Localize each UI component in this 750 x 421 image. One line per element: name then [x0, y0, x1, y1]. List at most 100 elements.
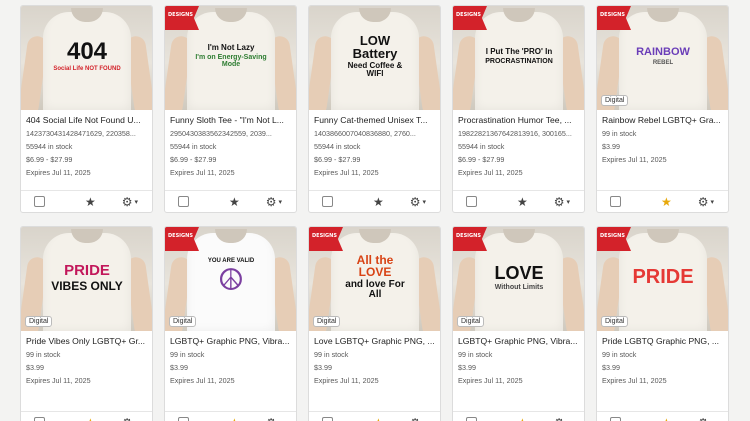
listing-card[interactable]: LOW Battery Need Coffee & WIFI Funny Cat-t… — [308, 5, 441, 213]
caret-down-icon[interactable]: ▾ — [423, 198, 427, 206]
listing-title[interactable]: LGBTQ+ Graphic PNG, Vibra... — [458, 335, 580, 347]
shirt-design: LOW Battery Need Coffee & WIFI — [339, 24, 411, 88]
listing-title[interactable]: Funny Sloth Tee - "I'm Not L... — [170, 114, 292, 126]
designs-ribbon-label: DESIGNS — [456, 12, 481, 18]
shirt-design-text: I'm Not Lazy — [207, 43, 255, 52]
star-icon[interactable]: ★ — [229, 196, 240, 208]
shirt-design: All the LOVE and love For All — [339, 245, 411, 309]
listing-card[interactable]: PRIDE DESIGNS Digital Pride LGBTQ Graphic P… — [596, 226, 729, 421]
listing-thumbnail[interactable]: PRIDE DESIGNS Digital — [597, 227, 728, 331]
listing-meta: $3.99 — [458, 363, 476, 372]
designs-ribbon-label: DESIGNS — [168, 233, 193, 239]
listing-thumbnail[interactable]: LOVE Without Limits DESIGNS Digital — [453, 227, 584, 331]
caret-down-icon[interactable]: ▾ — [135, 198, 139, 206]
listing-info: 404 Social Life Not Found U... 1423730431… — [26, 114, 148, 181]
listing-title[interactable]: Pride LGBTQ Graphic PNG, ... — [602, 335, 724, 347]
listing-thumbnail[interactable]: LOW Battery Need Coffee & WIFI — [309, 6, 440, 110]
star-icon[interactable]: ★ — [229, 417, 240, 421]
listing-meta: Expires Jul 11, 2025 — [314, 168, 379, 177]
listing-actions: ★ ⚙▾ — [597, 190, 728, 212]
select-checkbox[interactable] — [178, 196, 189, 207]
select-checkbox[interactable] — [466, 196, 477, 207]
digital-badge: Digital — [601, 316, 629, 327]
shirt-design-text: REBEL — [652, 59, 674, 66]
digital-badge: Digital — [457, 316, 485, 327]
listing-title[interactable]: LGBTQ+ Graphic PNG, Vibra... — [170, 335, 292, 347]
caret-down-icon[interactable]: ▾ — [711, 198, 715, 206]
star-icon[interactable]: ★ — [661, 196, 672, 208]
star-icon[interactable]: ★ — [517, 417, 528, 421]
shirt-design-text: PRIDE — [64, 261, 110, 279]
gear-icon[interactable]: ⚙ — [122, 196, 133, 208]
designs-ribbon: DESIGNS — [453, 227, 487, 251]
star-icon[interactable]: ★ — [373, 196, 384, 208]
star-icon[interactable]: ★ — [517, 196, 528, 208]
star-icon[interactable]: ★ — [373, 417, 384, 421]
shirt-design: PRIDE — [627, 245, 699, 309]
listing-card[interactable]: LOVE Without Limits DESIGNS Digital LGBTQ+ G… — [452, 226, 585, 421]
listing-meta: $6.99 - $27.99 — [458, 155, 505, 164]
listing-thumbnail[interactable]: I'm Not Lazy I'm on Energy-Saving Mode DES… — [165, 6, 296, 110]
designs-ribbon-label: DESIGNS — [456, 233, 481, 239]
designs-ribbon: DESIGNS — [453, 6, 487, 30]
listing-title[interactable]: Pride Vibes Only LGBTQ+ Gr... — [26, 335, 148, 347]
listing-card[interactable]: All the LOVE and love For All DESIGNS Digit… — [308, 226, 441, 421]
caret-down-icon[interactable]: ▾ — [279, 198, 283, 206]
listing-title[interactable]: Funny Cat-themed Unisex T... — [314, 114, 436, 126]
gear-icon[interactable]: ⚙ — [266, 417, 277, 421]
listing-thumbnail[interactable]: 404 Social Life NOT FOUND — [21, 6, 152, 110]
listing-meta: Expires Jul 11, 2025 — [314, 376, 379, 385]
listing-meta: Expires Jul 11, 2025 — [170, 376, 235, 385]
listing-meta: 99 in stock — [602, 350, 637, 359]
select-checkbox[interactable] — [178, 417, 189, 421]
listing-card[interactable]: YOU ARE VALID ☮ DESIGNS Digital LGBTQ+ Graph… — [164, 226, 297, 421]
listing-title[interactable]: Love LGBTQ+ Graphic PNG, ... — [314, 335, 436, 347]
listing-card[interactable]: RAINBOW REBEL DESIGNS Digital Rainbow Rebel … — [596, 5, 729, 213]
listing-meta: Expires Jul 11, 2025 — [602, 376, 667, 385]
gear-icon[interactable]: ⚙ — [554, 417, 565, 421]
digital-badge: Digital — [313, 316, 341, 327]
star-icon[interactable]: ★ — [85, 196, 96, 208]
gear-icon[interactable]: ⚙ — [122, 417, 133, 421]
listing-thumbnail[interactable]: PRIDE VIBES ONLY Digital — [21, 227, 152, 331]
shirt-design-text: All the LOVE — [356, 253, 394, 279]
select-checkbox[interactable] — [34, 196, 45, 207]
gear-icon[interactable]: ⚙ — [698, 417, 709, 421]
caret-down-icon[interactable]: ▾ — [567, 198, 571, 206]
shirt-design-text: Need Coffee & WIFI — [347, 61, 403, 78]
listing-thumbnail[interactable]: YOU ARE VALID ☮ DESIGNS Digital — [165, 227, 296, 331]
listing-thumbnail[interactable]: All the LOVE and love For All DESIGNS Digit… — [309, 227, 440, 331]
select-checkbox[interactable] — [466, 417, 477, 421]
gear-icon[interactable]: ⚙ — [410, 417, 421, 421]
listing-title[interactable]: Procrastination Humor Tee, ... — [458, 114, 580, 126]
star-icon[interactable]: ★ — [85, 417, 96, 421]
gear-icon[interactable]: ⚙ — [410, 196, 421, 208]
shirt-design-text: RAINBOW — [636, 45, 690, 58]
select-checkbox[interactable] — [34, 417, 45, 421]
listing-title[interactable]: Rainbow Rebel LGBTQ+ Gra... — [602, 114, 724, 126]
select-checkbox[interactable] — [322, 417, 333, 421]
listing-info: Pride Vibes Only LGBTQ+ Gr... 99 in stock… — [26, 335, 148, 389]
shirt-design-text: and love For All — [345, 279, 405, 300]
select-checkbox[interactable] — [610, 417, 621, 421]
listing-meta: 99 in stock — [26, 350, 61, 359]
designs-ribbon: DESIGNS — [309, 227, 343, 251]
select-checkbox[interactable] — [610, 196, 621, 207]
gear-icon[interactable]: ⚙ — [554, 196, 565, 208]
shirt-design: RAINBOW REBEL — [627, 24, 699, 88]
shirt-design: 404 Social Life NOT FOUND — [51, 24, 123, 88]
listing-info: Funny Cat-themed Unisex T... 140386600704… — [314, 114, 436, 181]
listing-card[interactable]: 404 Social Life NOT FOUND 404 Social Life … — [20, 5, 153, 213]
listing-actions: ★⚙▾ — [165, 411, 296, 421]
listing-meta: 99 in stock — [602, 129, 637, 138]
listing-thumbnail[interactable]: RAINBOW REBEL DESIGNS Digital — [597, 6, 728, 110]
listing-thumbnail[interactable]: I Put The 'PRO' In PROCRASTINATION DESIGNS — [453, 6, 584, 110]
listing-card[interactable]: I'm Not Lazy I'm on Energy-Saving Mode DES… — [164, 5, 297, 213]
gear-icon[interactable]: ⚙ — [698, 196, 709, 208]
listing-card[interactable]: I Put The 'PRO' In PROCRASTINATION DESIGNS… — [452, 5, 585, 213]
gear-icon[interactable]: ⚙ — [266, 196, 277, 208]
star-icon[interactable]: ★ — [661, 417, 672, 421]
listing-title[interactable]: 404 Social Life Not Found U... — [26, 114, 148, 126]
listing-card[interactable]: PRIDE VIBES ONLY Digital Pride Vibes Only L… — [20, 226, 153, 421]
select-checkbox[interactable] — [322, 196, 333, 207]
